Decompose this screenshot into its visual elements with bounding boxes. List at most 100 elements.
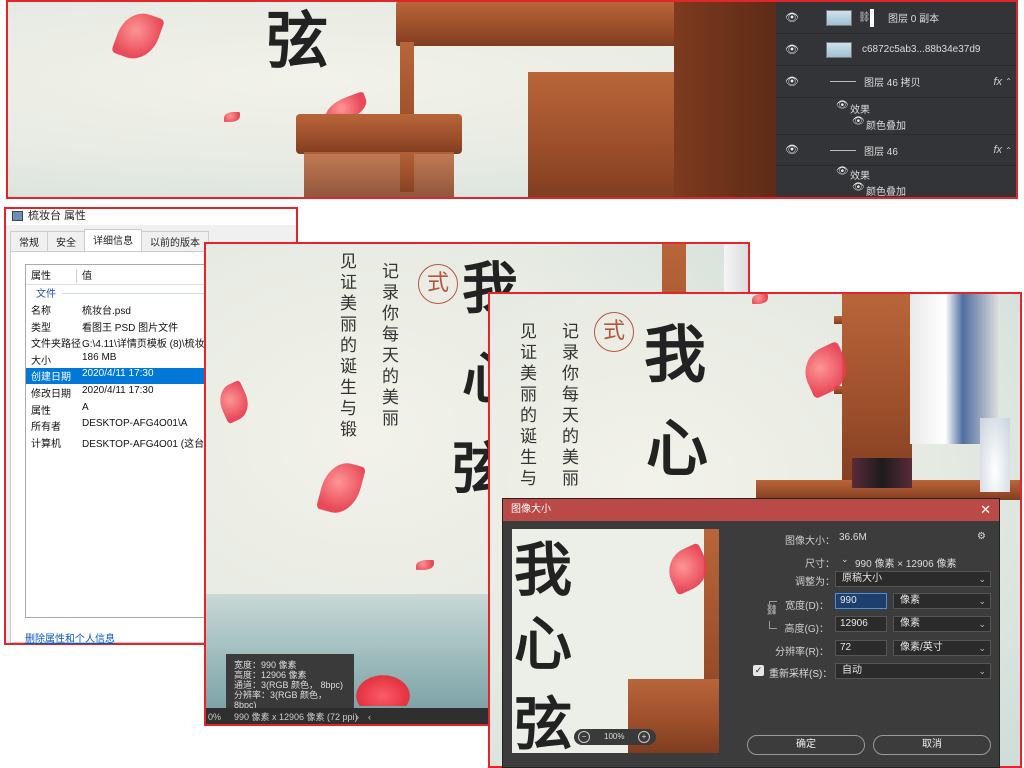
dimensions-label: 尺寸： — [805, 559, 835, 570]
fx-icon[interactable]: fx — [993, 144, 1002, 156]
property-key: 所有者 — [31, 422, 61, 434]
layer-line-thumbnail — [830, 81, 856, 82]
art-character: 弦 — [266, 4, 329, 77]
fit-to-value: 原稿大小 — [842, 573, 882, 584]
dialog-title: 图像大小 — [511, 504, 551, 515]
property-key: 创建日期 — [31, 372, 71, 384]
seal-stamp: 式 — [418, 264, 458, 304]
column-header-property[interactable]: 属性 — [31, 267, 51, 282]
tab-previous-versions[interactable]: 以前的版本 — [141, 231, 209, 251]
ok-button[interactable]: 确定 — [747, 735, 865, 755]
fit-to-label: 调整为： — [795, 577, 835, 588]
properties-titlebar: 梳妆台 属性 — [6, 209, 296, 225]
tab-security[interactable]: 安全 — [47, 231, 85, 251]
big-character-1: 我 — [644, 318, 707, 391]
chevron-up-icon[interactable]: ⌃ — [1005, 77, 1012, 86]
resolution-input[interactable]: 72 — [835, 640, 887, 656]
info-height: 高度：12906 像素 — [234, 670, 307, 680]
resample-value: 自动 — [842, 665, 862, 676]
gear-icon[interactable]: ⚙ — [977, 531, 986, 542]
dresser-shadow — [674, 2, 784, 197]
tab-details[interactable]: 详细信息 — [84, 229, 142, 251]
eye-icon[interactable]: 👁 — [836, 100, 849, 111]
preview-character-1: 我 — [514, 536, 573, 604]
properties-tabs: 常规 安全 详细信息 以前的版本 — [10, 229, 209, 251]
resample-select[interactable]: 自动 ⌄ — [835, 663, 991, 679]
layer-name: 图层 0 副本 — [888, 14, 940, 25]
layer-thumbnail — [826, 9, 852, 26]
resolution-unit: 像素/英寸 — [900, 642, 943, 653]
property-key: 修改日期 — [31, 389, 71, 400]
layer-row[interactable]: 👁 图层 46 fx ⌃ — [776, 134, 1016, 166]
layer-row[interactable]: 👁 c6872c5ab3...88b34e37d9 — [776, 34, 1016, 66]
vertical-slogan-1: 见证美丽的诞生与 — [516, 322, 536, 490]
resample-checkbox[interactable]: ✓ — [753, 665, 764, 676]
property-value: G:\4.11\详情页模板 (8)\梳妆台 — [82, 339, 215, 351]
stool-legs — [304, 152, 454, 197]
image-preview[interactable]: 我 心 弦 − 100% + — [512, 529, 719, 753]
cancel-button[interactable]: 取消 — [873, 735, 991, 755]
eye-icon[interactable]: 👁 — [784, 143, 800, 157]
width-label: 宽度(D)： — [785, 601, 829, 612]
eye-icon[interactable]: 👁 — [784, 75, 800, 89]
resample-label: 重新采样(S)： — [769, 669, 833, 680]
chevron-down-icon: ⌄ — [978, 596, 986, 606]
column-header-value[interactable]: 值 — [82, 267, 92, 282]
vertical-slogan-2: 记录你每天的美丽 — [558, 322, 578, 490]
layer-name: 图层 46 — [864, 146, 898, 158]
property-key: 属性 — [31, 405, 51, 417]
dialog-titlebar: 图像大小 ✕ — [503, 499, 999, 521]
resolution-unit-select[interactable]: 像素/英寸 ⌄ — [893, 640, 991, 656]
seal-stamp: 式 — [594, 312, 634, 352]
chevron-down-icon: ⌄ — [978, 574, 986, 584]
width-unit-select[interactable]: 像素 ⌄ — [893, 593, 991, 609]
chevron-left-icon[interactable]: ‹ — [368, 708, 371, 724]
image-size-value: 36.6M — [839, 532, 867, 543]
zoom-level[interactable]: 0% — [208, 708, 221, 724]
drawer-cabinet — [528, 72, 674, 197]
zoom-in-icon[interactable]: + — [638, 731, 650, 743]
info-channels: 通道：3(RGB 颜色， 8bpc) — [234, 680, 344, 690]
width-input[interactable]: 990 — [835, 593, 887, 609]
layer-row[interactable]: 👁 图层 46 拷贝 fx ⌃ — [776, 66, 1016, 98]
chevron-down-icon: ⌄ — [978, 666, 986, 676]
height-input[interactable]: 12906 — [835, 616, 887, 632]
eye-icon[interactable]: 👁 — [784, 11, 800, 25]
chevron-right-icon[interactable]: › — [356, 708, 359, 724]
eye-icon[interactable]: 👁 — [852, 116, 865, 127]
chevron-down-icon: ⌄ — [978, 619, 986, 629]
lotus-flower — [352, 672, 414, 706]
chevron-down-icon: ⌄ — [978, 643, 986, 653]
tab-general[interactable]: 常规 — [10, 231, 48, 251]
property-key: 计算机 — [31, 438, 61, 450]
eye-icon[interactable]: 👁 — [784, 43, 800, 57]
layer-line-thumbnail — [830, 150, 856, 151]
property-key: 类型 — [31, 322, 51, 334]
eye-icon[interactable]: 👁 — [852, 182, 865, 193]
remove-properties-link[interactable]: 删除属性和个人信息 — [25, 630, 115, 645]
property-key: 文件夹路径 — [31, 339, 81, 351]
window-title: 梳妆台 属性 — [28, 210, 87, 222]
height-label: 高度(G)： — [784, 624, 829, 635]
image-info-tooltip: 宽度：990 像素 高度：12906 像素 通道：3(RGB 颜色， 8bpc)… — [226, 654, 354, 710]
layer-row[interactable]: 👁 ⛓ 图层 0 副本 — [776, 2, 1016, 34]
zoom-value: 100% — [604, 732, 625, 741]
zoom-out-icon[interactable]: − — [578, 731, 590, 743]
info-width: 宽度：990 像素 — [234, 660, 297, 670]
close-icon[interactable]: ✕ — [980, 499, 991, 521]
document-info[interactable]: 990 像素 x 12906 像素 (72 ppi) — [234, 708, 358, 724]
fit-to-select[interactable]: 原稿大小 ⌄ — [835, 571, 991, 587]
resolution-label: 分辨率(R)： — [775, 647, 829, 658]
property-value: DESKTOP-AFG4O01\A — [82, 418, 188, 430]
group-label: 文件 — [36, 289, 56, 300]
property-key: 名称 — [31, 306, 51, 317]
effect-name: 颜色叠加 — [866, 187, 906, 198]
chevron-down-icon[interactable]: ⌄ — [841, 554, 849, 565]
fx-icon[interactable]: fx — [993, 76, 1002, 88]
chevron-up-icon[interactable]: ⌃ — [1005, 146, 1012, 155]
effect-name: 颜色叠加 — [866, 121, 906, 132]
effects-label: 效果 — [850, 105, 870, 116]
width-unit: 像素 — [900, 595, 920, 606]
height-unit-select[interactable]: 像素 ⌄ — [893, 616, 991, 632]
eye-icon[interactable]: 👁 — [836, 166, 849, 177]
